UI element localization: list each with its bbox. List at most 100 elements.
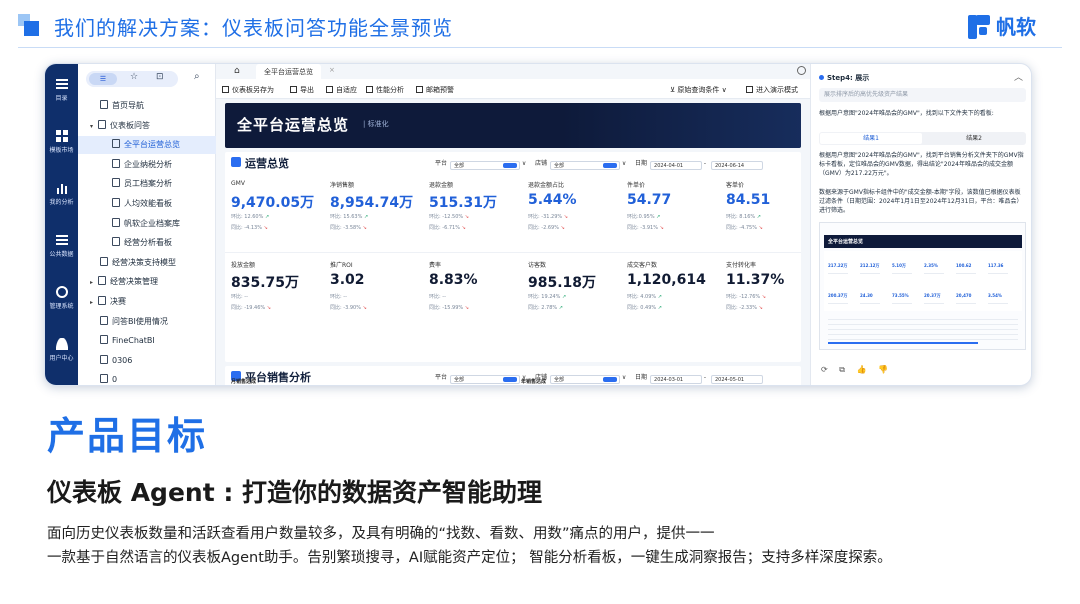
tree-item[interactable]: 员工档案分析 (78, 175, 216, 193)
tree-item[interactable]: 问答BI使用情况 (78, 313, 216, 331)
store-select[interactable]: 全部 (550, 161, 621, 170)
star-icon[interactable]: ☆ (130, 72, 138, 82)
thumbnail-kpi-value: 2.35% (924, 263, 938, 268)
tab-result-1[interactable]: 结果1 (820, 133, 922, 144)
rail-item-analysis[interactable]: 我的分析 (45, 182, 78, 206)
tree-item-label: 经营分析看板 (124, 238, 172, 248)
folder-icon (98, 296, 106, 305)
tree-item[interactable]: 帆软企业档案库 (78, 215, 216, 233)
tab-dashboard[interactable]: 全平台运营总览 (256, 64, 321, 79)
thumbs-up-icon[interactable]: 👍 (857, 365, 867, 374)
tree-item[interactable]: 企业纳税分析 (78, 156, 216, 174)
kpi-card[interactable]: 客单价 84.51 环比: 8.16% ↗ 同比: -4.75% ↘ (720, 176, 816, 252)
tab-result-2[interactable]: 结果2 (923, 133, 1025, 144)
tree-item-label: 决赛 (110, 297, 126, 306)
platform-filter-2[interactable]: 平台 全部 ∨ (435, 372, 526, 384)
platform-filter[interactable]: 平台 全部 ∨ (435, 158, 526, 170)
tree-item[interactable]: 首页导航 (78, 97, 216, 115)
slide-title: 我们的解决方案：仪表板问答功能全景预览 (54, 16, 453, 40)
rail-item-templates[interactable]: 模板市场 (45, 130, 78, 154)
tree-item[interactable]: ▸ 决赛 (78, 293, 216, 311)
fanruan-logo: 帆软 (968, 11, 1036, 40)
caret-icon[interactable]: ▸ (90, 294, 98, 312)
goal-subtitle: 仪表板 Agent : 打造你的数据资产智能助理 (47, 478, 543, 507)
store-filter-2[interactable]: 店铺 全部 ∨ (535, 372, 626, 384)
platform-select-2[interactable]: 全部 (450, 375, 521, 384)
header-square-icon (18, 14, 42, 38)
store-select-2[interactable]: 全部 (550, 375, 621, 384)
thumbnail-kpi-value: 73.55% (892, 293, 909, 298)
thumbnail-kpi-value: 20,470 (956, 293, 972, 298)
platform-select[interactable]: 全部 (450, 161, 521, 170)
refresh-icon[interactable]: ⟳ (821, 365, 828, 374)
search-icon[interactable]: ⌕ (194, 71, 200, 82)
kpi-mom: 环比: -- (429, 294, 446, 300)
tree-item[interactable]: 人均效能看板 (78, 195, 216, 213)
history-icon[interactable] (797, 66, 806, 75)
date-to-input-2[interactable]: 2024-05-01 (711, 375, 763, 384)
tree-item[interactable]: 0 (78, 371, 216, 385)
close-tab-icon[interactable]: × (329, 66, 335, 74)
dashboard-file-icon (112, 139, 120, 149)
caret-icon[interactable]: ▸ (90, 274, 98, 292)
kpi-mom: 环比: 4.09% ↗ (627, 294, 662, 300)
dashboard-file-icon (100, 315, 108, 325)
kpi-card[interactable]: GMV 9,470.05万 环比: 12.60% ↗ 同比: -4.13% ↘ (225, 176, 321, 252)
result-switch: 结果1 结果2 (819, 132, 1026, 145)
rail-item-user-center[interactable]: 用户中心 (45, 338, 78, 362)
kpi-card[interactable]: 件单价 54.77 环比:0.95% ↗ 同比: -3.91% ↘ (621, 176, 717, 252)
kpi-mom: 环比: 12.60% ↗ (231, 214, 270, 220)
kpi-card[interactable]: 净销售额 8,954.74万 环比: 15.63% ↗ 同比: -3.58% ↘ (324, 176, 420, 252)
tree-item-label: 0 (112, 375, 118, 385)
tree-item[interactable]: 0306 (78, 352, 216, 370)
date-from-input-2[interactable]: 2024-03-01 (650, 375, 703, 384)
thumbs-down-icon[interactable]: 👎 (878, 365, 888, 374)
menu-icon[interactable]: ☰ (89, 73, 117, 85)
original-filter-button[interactable]: ⊻ 原始查询条件 ∨ (670, 85, 727, 95)
date-to-input[interactable]: 2024-06-14 (711, 161, 763, 170)
performance-button[interactable]: 性能分析 (366, 85, 404, 95)
kpi-card[interactable]: 退款金额 515.31万 环比: -12.50% ↘ 同比: -6.71% ↘ (423, 176, 519, 252)
date-from-input[interactable]: 2024-04-01 (650, 161, 703, 170)
document-icon[interactable]: ⊡ (156, 72, 164, 82)
date-filter[interactable]: 日期 2024-04-01 - 2024-06-14 (635, 158, 763, 170)
chat-query-box[interactable]: 展示排序后的高优先级资产结果 (819, 88, 1026, 102)
save-as-button[interactable]: 仪表板另存为 (222, 85, 274, 95)
kpi-card[interactable]: 费率 8.83% 环比: -- 同比: -15.99% ↘ (423, 256, 519, 332)
banner-subtitle: | 标准化 (363, 120, 389, 128)
kpi-card[interactable]: 成交客户数 1,120,614 环比: 4.09% ↗ 同比: 0.49% ↗ (621, 256, 717, 332)
kpi-card[interactable]: 投放金额 835.75万 环比: -- 同比: -19.46% ↘ (225, 256, 321, 332)
collapse-icon[interactable]: ︿ (1014, 70, 1023, 83)
copy-icon[interactable]: ⧉ (839, 365, 845, 374)
tree-item[interactable]: ▾ 仪表板问答 (78, 117, 216, 135)
export-button[interactable]: 导出 (290, 85, 314, 95)
kpi-card[interactable]: 支付转化率 11.37% 环比: -12.76% ↘ 同比: -2.33% ↘ (720, 256, 816, 332)
home-icon[interactable]: ⌂ (234, 66, 240, 76)
kpi-card[interactable]: 访客数 985.18万 环比: 19.24% ↗ 同比: 2.78% ↗ (522, 256, 618, 332)
kpi-card[interactable]: 推广ROI 3.02 环比: -- 同比: -3.90% ↘ (324, 256, 420, 332)
rail-item-admin[interactable]: 管理系统 (45, 286, 78, 310)
tree-item[interactable]: 全平台运营总览 (78, 136, 216, 155)
dashboard-thumbnail[interactable]: 全平台运营总览 217.22万 212.12万 5.10万 2.35% 100.62 11… (819, 222, 1026, 350)
tree-item[interactable]: ▸ 经营决策管理 (78, 273, 216, 291)
kpi-value: 1,120,614 (627, 272, 706, 288)
thumbnail-kpi-value: 20.37万 (924, 293, 941, 298)
kpi-card[interactable]: 退款金额占比 5.44% 环比: -31.29% ↘ 同比: -2.69% ↘ (522, 176, 618, 252)
rail-item-public-data[interactable]: 公共数据 (45, 234, 78, 258)
date-filter-2[interactable]: 日期 2024-03-01 - 2024-05-01 (635, 372, 763, 384)
tree-item[interactable]: 经营决策支持模型 (78, 254, 216, 272)
presentation-mode-button[interactable]: 进入演示模式 (746, 85, 798, 95)
caret-icon[interactable]: ▾ (90, 118, 98, 136)
carousel-dots[interactable] (775, 137, 793, 148)
tree-item[interactable]: 经营分析看板 (78, 234, 216, 252)
mail-alert-button[interactable]: 邮箱预警 (416, 85, 454, 95)
rail-item-catalog[interactable]: 目录 (45, 78, 78, 102)
ai-chat-panel: Step4: 展示 ︿ 展示排序后的高优先级资产结果 根据用户意图"2024年唯… (810, 64, 1031, 385)
store-filter[interactable]: 店铺 全部 ∨ (535, 158, 626, 170)
kpi-value: 11.37% (726, 272, 785, 288)
ops-overview-title: 运营总览 (245, 157, 289, 170)
tree-item[interactable]: FineChatBI (78, 332, 216, 350)
adaptive-button[interactable]: 自适应 (326, 85, 357, 95)
yearly-sales-label: 年销售达成 (521, 379, 547, 385)
presentation-icon (746, 86, 753, 93)
